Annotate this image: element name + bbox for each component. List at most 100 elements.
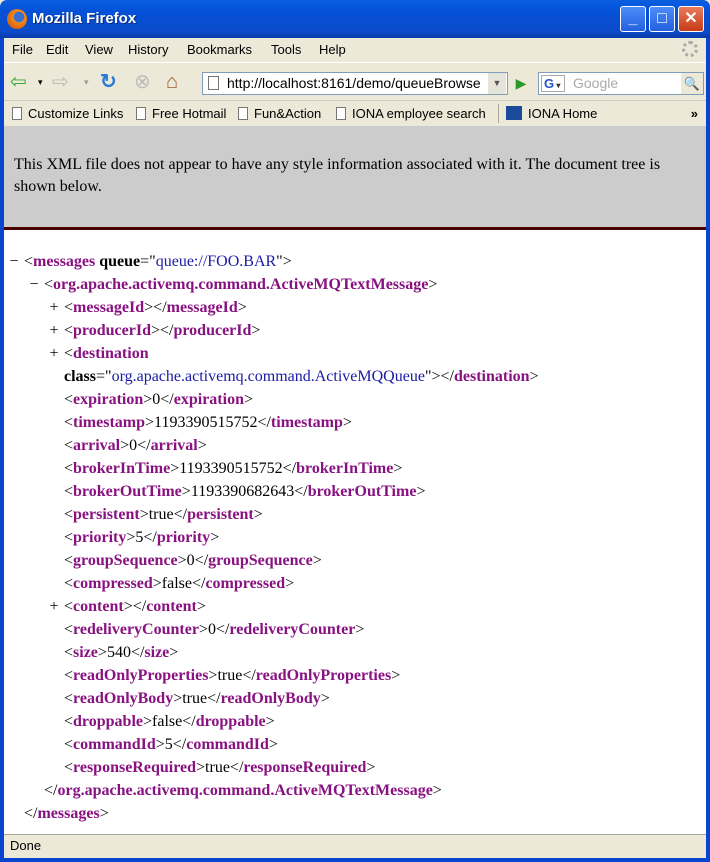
- attr-name: queue: [95, 253, 141, 270]
- stop-icon[interactable]: ⊗: [134, 71, 151, 93]
- menu-history[interactable]: History: [128, 42, 168, 57]
- tag-name: brokerInTime: [73, 460, 171, 477]
- bracket: >: [355, 621, 365, 638]
- tag-name: size: [144, 644, 170, 661]
- bracket: </: [191, 575, 206, 592]
- bracket: <: [64, 437, 74, 454]
- bracket: >: [155, 736, 165, 753]
- toggle-expand-icon[interactable]: +: [48, 342, 60, 365]
- back-dropdown-icon[interactable]: ▾: [38, 71, 43, 93]
- toggle-collapse-icon[interactable]: −: [8, 250, 20, 273]
- xml-line: </org.apache.activemq.command.ActiveMQTe…: [4, 779, 706, 802]
- toggle-collapse-icon[interactable]: −: [28, 273, 40, 296]
- tag-name: groupSequence: [73, 552, 178, 569]
- text-value: 0: [207, 621, 216, 638]
- toggle-expand-icon[interactable]: +: [48, 595, 60, 618]
- bookmark-fun-action[interactable]: Fun&Action: [238, 106, 321, 121]
- tag-name: messages: [37, 805, 100, 822]
- xml-notice: This XML file does not appear to have an…: [4, 126, 706, 230]
- toggle-expand-icon[interactable]: +: [48, 319, 60, 342]
- bracket: </: [207, 690, 221, 707]
- text-value: 0: [186, 552, 195, 569]
- menu-view[interactable]: View: [85, 42, 113, 57]
- bracket: >: [342, 414, 352, 431]
- bracket: >: [529, 368, 539, 385]
- bracket: >: [253, 506, 263, 523]
- bookmark-free-hotmail[interactable]: Free Hotmail: [136, 106, 226, 121]
- text-value: 1193390515752: [154, 414, 258, 431]
- menu-bookmarks[interactable]: Bookmarks: [187, 42, 252, 57]
- minimize-button[interactable]: _: [620, 6, 646, 32]
- xml-line: + <messageId></messageId>: [4, 296, 706, 319]
- status-bar: Done: [4, 834, 706, 858]
- bracket: >: [432, 782, 442, 799]
- home-icon[interactable]: ⌂: [166, 71, 178, 93]
- tag-name: compressed: [73, 575, 153, 592]
- page-icon: [336, 107, 346, 120]
- tag-name: brokerOutTime: [307, 483, 417, 500]
- bookmark-iona-employee-search[interactable]: IONA employee search: [336, 106, 486, 121]
- text-value: 1193390682643: [190, 483, 295, 500]
- toggle-expand-icon[interactable]: +: [48, 296, 60, 319]
- search-box[interactable]: G ▾ Google 🔍: [538, 72, 704, 95]
- url-dropdown-button[interactable]: ▼: [488, 73, 506, 94]
- back-icon[interactable]: ⇦: [10, 71, 27, 93]
- bracket: >: [428, 276, 438, 293]
- tag-name: groupSequence: [208, 552, 313, 569]
- bracket: >: [251, 322, 261, 339]
- bracket: <: [64, 759, 74, 776]
- bookmark-label: IONA employee search: [352, 106, 486, 121]
- firefox-logo-icon: [7, 9, 27, 29]
- reload-icon[interactable]: ↻: [100, 71, 117, 93]
- xml-line: <commandId>5</commandId>: [4, 733, 706, 756]
- bracket: <: [44, 276, 54, 293]
- bracket: >: [393, 460, 403, 477]
- menu-file[interactable]: File: [12, 42, 33, 57]
- bracket: >: [144, 299, 154, 316]
- bracket: >: [285, 575, 295, 592]
- bookmark-customize-links[interactable]: Customize Links: [12, 106, 123, 121]
- menu-help[interactable]: Help: [319, 42, 346, 57]
- search-icon[interactable]: 🔍: [681, 73, 703, 94]
- xml-line: <priority>5</priority>: [4, 526, 706, 549]
- text-value: false: [161, 575, 192, 592]
- window-title: Mozilla Firefox: [32, 10, 137, 27]
- bracket: <: [64, 391, 74, 408]
- forward-icon[interactable]: ⇨: [52, 71, 69, 93]
- bracket: <: [64, 736, 74, 753]
- bracket: >: [243, 391, 253, 408]
- xml-line: <timestamp>1193390515752</timestamp>: [4, 411, 706, 434]
- bookmark-iona-home[interactable]: IONA Home: [506, 106, 597, 121]
- page-icon: [136, 107, 146, 120]
- bookmarks-toolbar: Customize Links Free Hotmail Fun&Action …: [4, 100, 706, 126]
- bracket: </: [294, 483, 308, 500]
- bracket: <: [64, 529, 74, 546]
- forward-dropdown-icon[interactable]: ▾: [84, 71, 89, 93]
- bracket: <: [24, 253, 34, 270]
- text-value: true: [182, 690, 208, 707]
- menu-edit[interactable]: Edit: [46, 42, 68, 57]
- maximize-button[interactable]: □: [649, 6, 675, 32]
- bookmark-label: Free Hotmail: [152, 106, 227, 121]
- bracket: >: [265, 713, 275, 730]
- bracket: <: [64, 575, 74, 592]
- bracket: >: [150, 322, 160, 339]
- bookmarks-overflow-button[interactable]: »: [691, 106, 698, 121]
- bracket: >: [145, 414, 155, 431]
- go-button[interactable]: ▶: [510, 73, 532, 94]
- address-bar[interactable]: http://localhost:8161/demo/queueBrowse: [202, 72, 508, 95]
- menu-tools[interactable]: Tools: [271, 42, 301, 57]
- tag-name: producerId: [173, 322, 252, 339]
- tag-name: commandId: [73, 736, 156, 753]
- xml-line: <expiration>0</expiration>: [4, 388, 706, 411]
- xml-line: <brokerInTime>1193390515752</brokerInTim…: [4, 457, 706, 480]
- close-button[interactable]: ✕: [678, 6, 704, 32]
- tag-name: messages: [33, 253, 96, 270]
- bracket: </: [242, 667, 256, 684]
- bookmark-label: IONA Home: [528, 106, 598, 121]
- tag-name: brokerOutTime: [73, 483, 182, 500]
- bracket: >: [237, 299, 247, 316]
- xml-line: class="org.apache.activemq.command.Activ…: [4, 365, 706, 388]
- search-engine-selector[interactable]: G ▾: [541, 75, 565, 92]
- tag-name: redeliveryCounter: [229, 621, 356, 638]
